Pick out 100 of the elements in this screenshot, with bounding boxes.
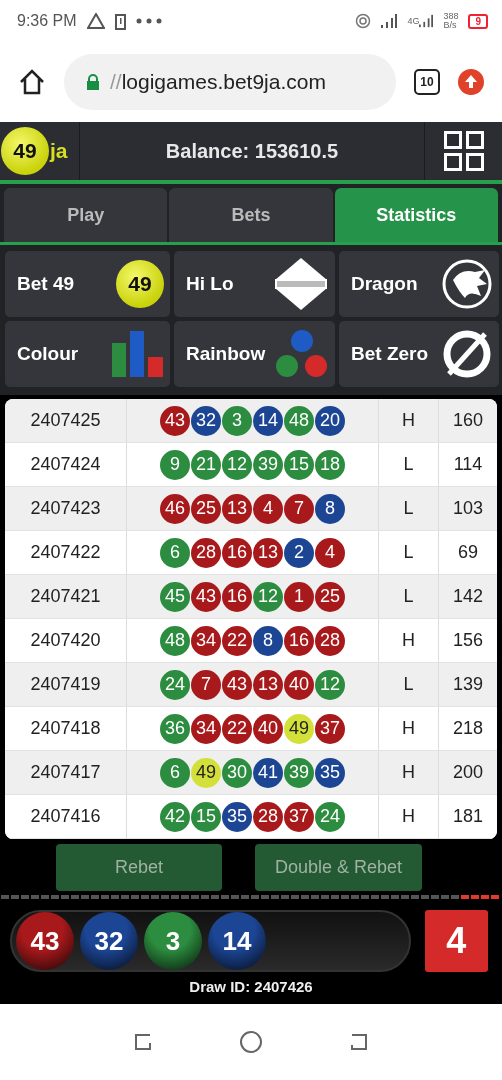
- network-type: 4G: [407, 16, 420, 26]
- upload-icon[interactable]: [458, 69, 484, 95]
- number-ball: 13: [253, 537, 283, 568]
- number-ball: 6: [160, 757, 190, 788]
- slashed-circle-icon: [441, 328, 493, 380]
- signal-icon: [419, 14, 434, 28]
- drawn-ball: 14: [208, 912, 266, 970]
- up-down-icon: [273, 256, 329, 312]
- number-ball: 7: [284, 493, 314, 524]
- tab[interactable]: Statistics: [334, 188, 498, 242]
- number-ball: 18: [315, 449, 345, 480]
- number-ball: 36: [160, 713, 190, 744]
- hotspot-icon: [355, 13, 372, 29]
- number-ball: 4: [315, 537, 345, 568]
- number-ball: 43: [160, 405, 190, 436]
- hi-lo-value: L: [379, 575, 439, 618]
- number-ball: 28: [191, 537, 221, 568]
- game-button[interactable]: Rainbow: [174, 321, 335, 387]
- number-ball: 37: [315, 713, 345, 744]
- game-button[interactable]: Colour: [5, 321, 170, 387]
- number-ball: 4: [253, 493, 283, 524]
- tab[interactable]: Bets: [169, 188, 333, 242]
- battery-icon: 9: [468, 13, 488, 29]
- draw-number: 2407423: [5, 487, 127, 530]
- hi-lo-value: L: [379, 663, 439, 706]
- grid-menu-icon[interactable]: [443, 131, 484, 171]
- number-ball: 12: [253, 581, 283, 612]
- number-ball: 45: [160, 581, 190, 612]
- number-ball: 42: [160, 801, 190, 832]
- number-ball: 6: [160, 537, 190, 568]
- action-button[interactable]: Double & Rebet: [254, 844, 422, 891]
- draw-number: 2407416: [5, 795, 127, 838]
- sum-value: 114: [452, 453, 484, 476]
- number-ball: 22: [222, 625, 252, 656]
- hi-lo-value: H: [379, 399, 439, 442]
- draw-number: 2407418: [5, 707, 127, 750]
- number-ball: 1: [284, 581, 314, 612]
- number-ball: 12: [222, 449, 252, 480]
- drawn-ball: 32: [80, 912, 138, 970]
- sum-value: 156: [451, 629, 484, 652]
- sum-value: 69: [457, 541, 479, 564]
- address-bar[interactable]: //logigames.bet9ja.com: [64, 54, 396, 110]
- draw-number: 2407419: [5, 663, 127, 706]
- game-button[interactable]: Bet 49 49: [5, 251, 170, 317]
- hi-lo-value: L: [379, 443, 439, 486]
- speed-unit: B/s: [443, 21, 458, 30]
- hi-lo-value: H: [379, 795, 439, 838]
- draw-number: 2407420: [5, 619, 127, 662]
- ball-icon: 49: [116, 260, 164, 308]
- tab-switcher[interactable]: 10: [414, 69, 440, 95]
- ball-count: 4: [424, 910, 488, 972]
- number-ball: 16: [222, 581, 252, 612]
- logo[interactable]: 49 ja: [0, 122, 80, 180]
- number-ball: 16: [222, 537, 252, 568]
- number-ball: 15: [284, 449, 314, 480]
- game-button[interactable]: Dragon: [339, 251, 499, 317]
- number-ball: 13: [253, 669, 283, 700]
- sum-value: 200: [451, 761, 484, 784]
- number-ball: 40: [284, 669, 314, 700]
- hi-lo-value: H: [379, 751, 439, 794]
- game-button[interactable]: Bet Zero: [339, 321, 499, 387]
- number-ball: 8: [315, 493, 345, 524]
- number-ball: 9: [160, 449, 190, 480]
- tab[interactable]: Play: [4, 188, 168, 242]
- home-icon[interactable]: [18, 68, 46, 96]
- more-icon: [135, 18, 162, 24]
- number-ball: 32: [191, 405, 221, 436]
- speed-value: 388: [443, 12, 459, 21]
- sum-value: 139: [451, 673, 484, 696]
- number-ball: 3: [222, 405, 252, 436]
- clock-time: 9:36 PM: [17, 12, 77, 30]
- number-ball: 35: [315, 757, 345, 788]
- number-ball: 49: [191, 757, 221, 788]
- number-ball: 7: [191, 669, 221, 700]
- number-ball: 24: [160, 669, 190, 700]
- number-ball: 20: [315, 405, 345, 436]
- number-ball: 46: [160, 493, 190, 524]
- balance-text: Balance: 153610.5: [164, 138, 340, 164]
- number-ball: 16: [284, 625, 314, 656]
- number-ball: 34: [191, 713, 221, 744]
- draw-number: 2407425: [5, 399, 127, 442]
- number-ball: 34: [191, 625, 221, 656]
- number-ball: 39: [284, 757, 314, 788]
- drawn-ball: 3: [144, 912, 202, 970]
- number-ball: 49: [284, 713, 314, 744]
- sum-value: 142: [451, 585, 484, 608]
- bar-chart-icon: [112, 331, 164, 377]
- action-button[interactable]: Rebet: [56, 844, 222, 891]
- number-ball: 40: [253, 713, 283, 744]
- draw-id: Draw ID: 2407426: [188, 977, 314, 997]
- game-button[interactable]: Hi Lo: [174, 251, 335, 317]
- number-ball: 22: [222, 713, 252, 744]
- number-ball: 35: [222, 801, 252, 832]
- number-ball: 28: [253, 801, 283, 832]
- drawn-ball: 43: [16, 912, 74, 970]
- hi-lo-value: L: [379, 531, 439, 574]
- number-ball: 37: [284, 801, 314, 832]
- signal-icon: [381, 14, 398, 28]
- number-ball: 15: [191, 801, 221, 832]
- number-ball: 25: [191, 493, 221, 524]
